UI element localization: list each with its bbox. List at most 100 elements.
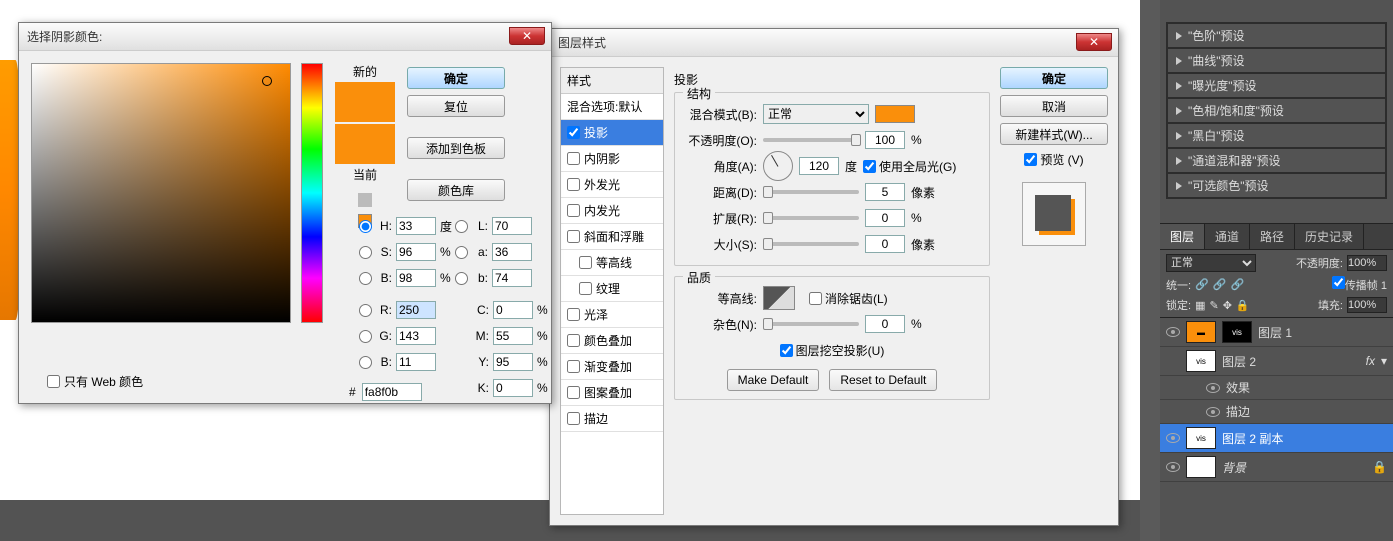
tab-channels[interactable]: 通道 [1205, 224, 1250, 249]
preview-checkbox[interactable]: 预览 (V) [1000, 151, 1108, 168]
opacity-input[interactable] [1347, 255, 1387, 271]
style-innershadow[interactable]: 内阴影 [561, 146, 663, 172]
style-texture[interactable]: 纹理 [561, 276, 663, 302]
l-radio[interactable] [455, 220, 468, 233]
style-satin[interactable]: 光泽 [561, 302, 663, 328]
h-radio[interactable] [359, 220, 372, 233]
lock-paint-icon[interactable]: ✎ [1209, 299, 1218, 312]
titlebar[interactable]: 选择阴影颜色: ✕ [19, 23, 551, 51]
lock-all-icon[interactable]: 🔒 [1236, 299, 1250, 312]
bhsb-input[interactable] [396, 269, 436, 287]
spread-input[interactable] [865, 209, 905, 227]
layer-row[interactable]: vis图层 2fx▾ [1160, 347, 1393, 376]
style-bevel[interactable]: 斜面和浮雕 [561, 224, 663, 250]
preset-item[interactable]: "色阶"预设 [1167, 23, 1386, 48]
cancel-button[interactable]: 取消 [1000, 95, 1108, 117]
visibility-icon[interactable] [1166, 327, 1180, 337]
brgb-radio[interactable] [359, 356, 372, 369]
m-input[interactable] [493, 327, 533, 345]
chevron-down-icon[interactable]: ▾ [1381, 354, 1387, 368]
distance-slider[interactable] [763, 190, 859, 194]
style-gradientoverlay[interactable]: 渐变叠加 [561, 354, 663, 380]
blab-input[interactable] [492, 269, 532, 287]
distance-input[interactable] [865, 183, 905, 201]
color-library-button[interactable]: 颜色库 [407, 179, 505, 201]
layer-row[interactable]: vis图层 2 副本 [1160, 424, 1393, 453]
noise-input[interactable] [865, 315, 905, 333]
reset-default-button[interactable]: Reset to Default [829, 369, 937, 391]
preset-item[interactable]: "可选颜色"预设 [1167, 173, 1386, 198]
make-default-button[interactable]: Make Default [727, 369, 820, 391]
unify-icon[interactable]: 🔗 [1230, 278, 1244, 291]
a-radio[interactable] [455, 246, 468, 259]
layer-row[interactable]: ▬vis图层 1 [1160, 318, 1393, 347]
spread-slider[interactable] [763, 216, 859, 220]
layer-effect-row[interactable]: 描边 [1160, 400, 1393, 424]
ok-button[interactable]: 确定 [1000, 67, 1108, 89]
lock-move-icon[interactable]: ✥ [1223, 299, 1232, 312]
style-dropshadow[interactable]: 投影 [561, 120, 663, 146]
blend-mode-select[interactable]: 正常 [763, 104, 869, 124]
r-radio[interactable] [359, 304, 372, 317]
style-outerglow[interactable]: 外发光 [561, 172, 663, 198]
knockout-checkbox[interactable]: 图层挖空投影(U) [780, 342, 885, 359]
preset-item[interactable]: "曲线"预设 [1167, 48, 1386, 73]
blend-options[interactable]: 混合选项:默认 [561, 94, 663, 120]
close-button[interactable]: ✕ [509, 27, 545, 45]
hue-slider[interactable] [301, 63, 323, 323]
style-contour[interactable]: 等高线 [561, 250, 663, 276]
fill-input[interactable] [1347, 297, 1387, 313]
l-input[interactable] [492, 217, 532, 235]
g-radio[interactable] [359, 330, 372, 343]
propagate-checkbox[interactable]: 传播帧 1 [1332, 276, 1387, 293]
blend-mode-select[interactable]: 正常 [1166, 254, 1256, 272]
opacity-slider[interactable] [763, 138, 859, 142]
g-input[interactable] [396, 327, 436, 345]
visibility-icon[interactable] [1206, 407, 1220, 417]
style-innerglow[interactable]: 内发光 [561, 198, 663, 224]
preset-item[interactable]: "通道混和器"预设 [1167, 148, 1386, 173]
size-input[interactable] [865, 235, 905, 253]
style-patternoverlay[interactable]: 图案叠加 [561, 380, 663, 406]
b-radio[interactable] [359, 272, 372, 285]
unify-icon[interactable]: 🔗 [1195, 278, 1209, 291]
reset-button[interactable]: 复位 [407, 95, 505, 117]
unify-icon[interactable]: 🔗 [1213, 278, 1227, 291]
y-input[interactable] [493, 353, 533, 371]
styles-header[interactable]: 样式 [561, 68, 663, 94]
k-input[interactable] [493, 379, 533, 397]
close-button[interactable]: ✕ [1076, 33, 1112, 51]
style-coloroverlay[interactable]: 颜色叠加 [561, 328, 663, 354]
angle-dial[interactable] [763, 151, 793, 181]
titlebar[interactable]: 图层样式 ✕ [550, 29, 1118, 57]
web-only-checkbox[interactable]: 只有 Web 颜色 [47, 373, 143, 390]
add-swatch-button[interactable]: 添加到色板 [407, 137, 505, 159]
layer-row[interactable]: 背景🔒 [1160, 453, 1393, 482]
layer-effect-row[interactable]: 效果 [1160, 376, 1393, 400]
shadow-color-swatch[interactable] [875, 105, 915, 123]
r-input[interactable] [396, 301, 436, 319]
angle-input[interactable] [799, 157, 839, 175]
size-slider[interactable] [763, 242, 859, 246]
tab-history[interactable]: 历史记录 [1295, 224, 1364, 249]
s-radio[interactable] [359, 246, 372, 259]
a-input[interactable] [492, 243, 532, 261]
new-style-button[interactable]: 新建样式(W)... [1000, 123, 1108, 145]
h-input[interactable] [396, 217, 436, 235]
color-field[interactable] [31, 63, 291, 323]
visibility-icon[interactable] [1206, 383, 1220, 393]
visibility-icon[interactable] [1166, 433, 1180, 443]
opacity-input[interactable] [865, 131, 905, 149]
lock-transparent-icon[interactable]: ▦ [1195, 299, 1205, 312]
noise-slider[interactable] [763, 322, 859, 326]
contour-picker[interactable] [763, 286, 795, 310]
preset-item[interactable]: "色相/饱和度"预设 [1167, 98, 1386, 123]
style-stroke[interactable]: 描边 [561, 406, 663, 432]
fx-badge[interactable]: fx [1366, 354, 1375, 368]
blab-radio[interactable] [455, 272, 468, 285]
antialias-checkbox[interactable]: 消除锯齿(L) [809, 290, 888, 307]
ok-button[interactable]: 确定 [407, 67, 505, 89]
brgb-input[interactable] [396, 353, 436, 371]
c-input[interactable] [493, 301, 533, 319]
visibility-icon[interactable] [1166, 462, 1180, 472]
